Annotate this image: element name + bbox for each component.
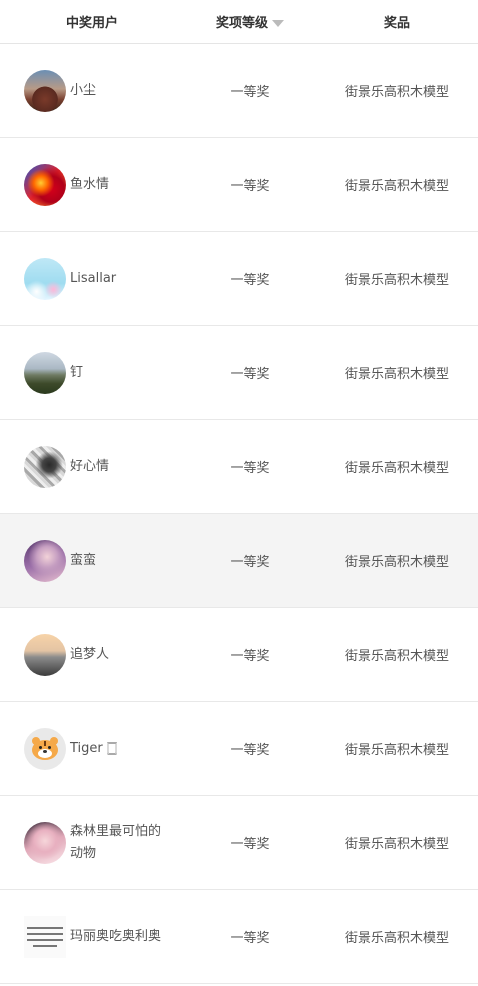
table-row: 小尘 一等奖 街景乐高积木模型 (0, 44, 478, 138)
prize-name: 街景乐高积木模型 (344, 837, 449, 852)
prize-level: 一等奖 (230, 555, 270, 570)
avatar (24, 539, 66, 582)
avatar (24, 633, 66, 676)
text-image-line (27, 932, 63, 935)
user-cell: Lisallar (0, 257, 184, 300)
user-cell: 钉 (0, 351, 184, 394)
prize-level: 一等奖 (230, 743, 270, 758)
column-header-user: 中奖用户 (65, 16, 118, 31)
prize-level: 一等奖 (230, 837, 270, 852)
prize-name: 街景乐高积木模型 (344, 649, 449, 664)
prize-name: 街景乐高积木模型 (344, 931, 449, 946)
column-header-level[interactable]: 奖项等级 (184, 12, 316, 31)
prize-level: 一等奖 (230, 273, 270, 288)
avatar (24, 257, 66, 300)
avatar (24, 445, 66, 488)
prize-name: 街景乐高积木模型 (344, 85, 449, 100)
prize-level: 一等奖 (230, 85, 270, 100)
username: 小尘 (70, 82, 97, 98)
username: Tiger 🀆 (70, 740, 118, 756)
user-cell: 森林里最可怕的动物 (0, 821, 184, 865)
username: 蛮蛮 (70, 552, 97, 568)
sort-down-icon[interactable] (272, 20, 284, 27)
prize-name: 街景乐高积木模型 (344, 743, 449, 758)
prize-name: 街景乐高积木模型 (344, 555, 449, 570)
user-cell: 好心情 (0, 445, 184, 488)
column-header-level-label: 奖项等级 (215, 16, 268, 31)
avatar (24, 727, 66, 770)
column-header-prize: 奖品 (383, 16, 410, 31)
user-cell: Tiger 🀆 (0, 727, 184, 770)
user-cell: 小尘 (0, 69, 184, 112)
winners-table: 中奖用户 奖项等级 奖品 小尘 一等奖 街景乐高积木模型 鱼水情 一等奖 街景乐… (0, 0, 478, 984)
table-row: 好心情 一等奖 街景乐高积木模型 (0, 420, 478, 514)
table-row: Lisallar 一等奖 街景乐高积木模型 (0, 232, 478, 326)
avatar (24, 915, 66, 958)
username: 钉 (70, 364, 84, 380)
prize-level: 一等奖 (230, 367, 270, 382)
text-image-line (27, 926, 63, 929)
username: Lisallar (70, 270, 117, 286)
prize-name: 街景乐高积木模型 (344, 461, 449, 476)
table-header: 中奖用户 奖项等级 奖品 (0, 0, 478, 44)
user-cell: 蛮蛮 (0, 539, 184, 582)
avatar (24, 69, 66, 112)
prize-name: 街景乐高积木模型 (344, 179, 449, 194)
avatar (24, 163, 66, 206)
table-row: 玛丽奥吃奥利奥 一等奖 街景乐高积木模型 (0, 890, 478, 984)
prize-name: 街景乐高积木模型 (344, 273, 449, 288)
prize-level: 一等奖 (230, 931, 270, 946)
prize-level: 一等奖 (230, 461, 270, 476)
table-row: 森林里最可怕的动物 一等奖 街景乐高积木模型 (0, 796, 478, 890)
table-row: 鱼水情 一等奖 街景乐高积木模型 (0, 138, 478, 232)
table-row: 追梦人 一等奖 街景乐高积木模型 (0, 608, 478, 702)
username: 鱼水情 (70, 176, 110, 192)
avatar (24, 821, 66, 864)
text-image-line (33, 944, 57, 947)
avatar (24, 351, 66, 394)
user-cell: 鱼水情 (0, 163, 184, 206)
user-cell: 玛丽奥吃奥利奥 (0, 915, 184, 958)
username: 玛丽奥吃奥利奥 (70, 928, 162, 944)
prize-level: 一等奖 (230, 179, 270, 194)
username: 追梦人 (70, 646, 110, 662)
text-image-line (27, 938, 63, 941)
username: 森林里最可怕的动物 (70, 823, 162, 861)
table-row: 蛮蛮 一等奖 街景乐高积木模型 (0, 514, 478, 608)
table-row: Tiger 🀆 一等奖 街景乐高积木模型 (0, 702, 478, 796)
table-row: 钉 一等奖 街景乐高积木模型 (0, 326, 478, 420)
prize-level: 一等奖 (230, 649, 270, 664)
username: 好心情 (70, 458, 110, 474)
tiger-icon (30, 736, 60, 762)
prize-name: 街景乐高积木模型 (344, 367, 449, 382)
user-cell: 追梦人 (0, 633, 184, 676)
